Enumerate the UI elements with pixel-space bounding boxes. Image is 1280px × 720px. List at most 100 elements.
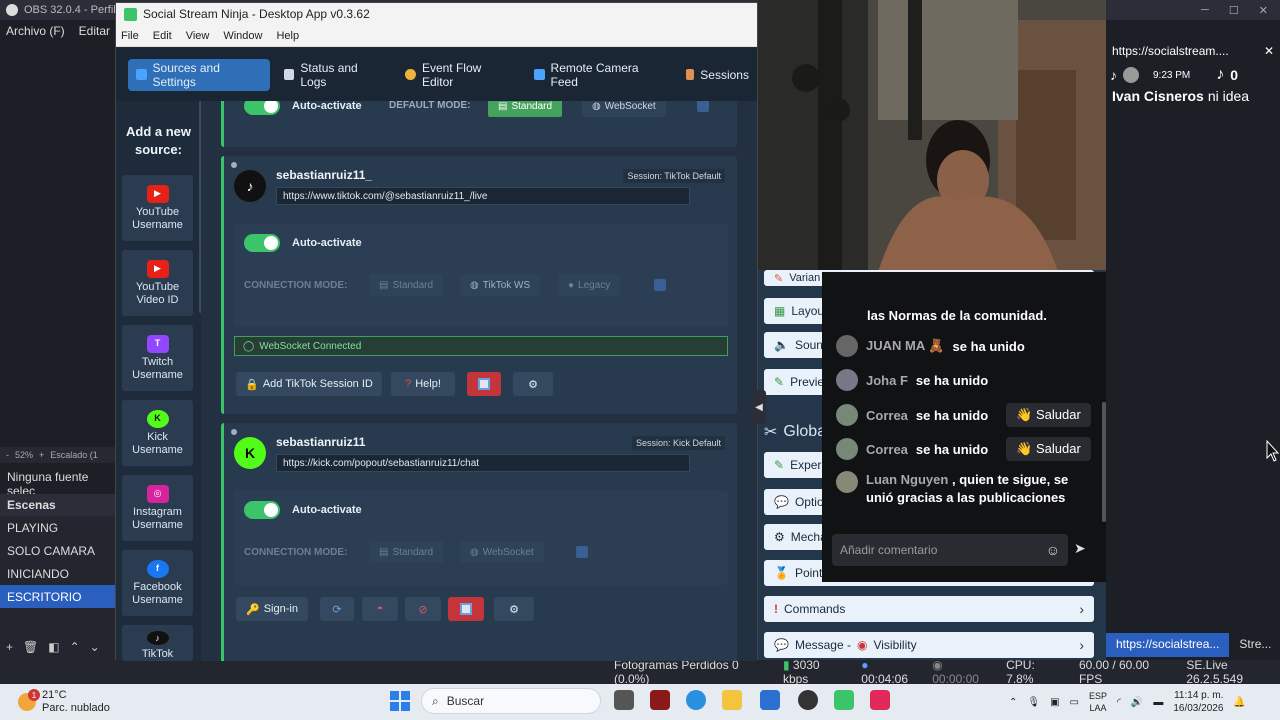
send-icon[interactable]: ➤ — [1074, 540, 1092, 558]
move-down-icon[interactable]: ⌄ — [90, 640, 100, 654]
windows-start-icon[interactable] — [389, 690, 411, 712]
menu-view[interactable]: View — [186, 30, 210, 42]
zoom-plus-icon[interactable]: + — [39, 450, 44, 460]
menu-edit[interactable]: Edit — [153, 30, 172, 42]
menu-window[interactable]: Window — [223, 30, 262, 42]
auto-activate-toggle[interactable] — [244, 501, 280, 519]
app-icon-red[interactable] — [650, 690, 670, 710]
scene-item[interactable]: INICIANDO — [0, 562, 118, 585]
scene-item[interactable]: PLAYING — [0, 516, 118, 539]
menu-help[interactable]: Help — [276, 30, 299, 42]
chevron-up-icon[interactable]: ⌃ — [1009, 697, 1017, 708]
comment-input[interactable]: Añadir comentario ☺ — [832, 534, 1068, 566]
commands-row[interactable]: ! Commands › — [764, 596, 1094, 622]
chat-user[interactable]: Luan Nguyen — [866, 472, 948, 487]
scene-item-selected[interactable]: ESCRITORIO — [0, 585, 118, 608]
chat-user[interactable]: JUAN MA 🧸 — [866, 338, 945, 354]
menu-archivo[interactable]: Archivo (F) — [6, 24, 65, 38]
chat-user[interactable]: Correa — [866, 408, 908, 423]
settings-button[interactable]: ⚙ — [513, 372, 553, 396]
emoji-icon[interactable]: ☺ — [1046, 542, 1060, 558]
session-badge[interactable]: Session: Kick Default — [631, 436, 725, 450]
add-youtube-video-button[interactable]: ▶ YouTube Video ID — [122, 250, 193, 316]
mode-standard-button[interactable]: ▤ Standard — [488, 101, 563, 117]
add-kick-button[interactable]: K Kick Username — [122, 400, 193, 466]
message-visibility-row[interactable]: 💬 Message - ◉ Visibility › — [764, 632, 1094, 658]
microphone-icon[interactable]: 🎙 — [1027, 697, 1040, 708]
mode-legacy-button[interactable]: ● Legacy — [558, 274, 621, 296]
mode-websocket-button[interactable]: ◍ WebSocket — [582, 101, 666, 117]
stop-button[interactable] — [448, 597, 484, 621]
menu-editar[interactable]: Editar — [79, 24, 110, 38]
battery-icon[interactable]: ▭ — [1070, 697, 1079, 708]
volume-icon[interactable]: 🔊 — [1131, 697, 1143, 708]
stop-button[interactable] — [467, 372, 501, 396]
close-icon[interactable]: ✕ — [1259, 4, 1268, 17]
saludar-button[interactable]: 👋 Saludar — [1006, 437, 1091, 461]
taskbar-search[interactable]: ⌕ Buscar — [421, 688, 601, 714]
clock[interactable]: 11:14 p. m. 16/03/2026 — [1173, 689, 1223, 715]
source-url-input[interactable]: https://www.tiktok.com/@sebastianruiz11_… — [276, 187, 690, 205]
refresh-button[interactable]: ⟳ — [320, 597, 354, 621]
add-youtube-username-button[interactable]: ▶ YouTube Username — [122, 175, 193, 241]
mode-standard-button[interactable]: ▤ Standard — [369, 274, 444, 296]
weather-widget[interactable]: 1 21°C Parc. nublado — [18, 686, 138, 718]
chat-user[interactable]: Joha F — [866, 373, 908, 388]
info-icon[interactable] — [576, 546, 588, 558]
add-facebook-button[interactable]: f Facebook Username — [122, 550, 193, 616]
maximize-icon[interactable]: ☐ — [1229, 4, 1239, 17]
obs-icon[interactable] — [798, 690, 818, 710]
tab-event-flow[interactable]: Event Flow Editor — [397, 59, 520, 91]
add-twitch-button[interactable]: T Twitch Username — [122, 325, 193, 391]
mode-websocket-button[interactable]: ◍ WebSocket — [460, 541, 544, 563]
edge-icon[interactable] — [686, 690, 706, 710]
mode-label: TikTok WS — [482, 279, 531, 291]
add-scene-icon[interactable]: + — [6, 640, 13, 654]
add-session-id-button[interactable]: 🔒 Add TikTok Session ID — [236, 372, 382, 396]
help-button[interactable]: ? Help! — [391, 372, 455, 396]
tab-sessions[interactable]: Sessions — [678, 59, 757, 91]
tab-sources-settings[interactable]: Sources and Settings — [128, 58, 270, 91]
add-tiktok-button[interactable]: ♪ TikTok — [122, 625, 193, 661]
chat-scrollbar[interactable] — [1102, 402, 1106, 522]
window-controls[interactable]: ─ ☐ ✕ — [1106, 0, 1280, 20]
incognito-button[interactable]: ◓ — [362, 597, 398, 621]
info-icon[interactable] — [697, 101, 709, 112]
zoom-minus-icon[interactable]: - — [6, 450, 9, 460]
close-icon[interactable]: ✕ — [1264, 44, 1274, 58]
add-instagram-button[interactable]: ◎ Instagram Username — [122, 475, 193, 541]
tab-status-logs[interactable]: Status and Logs — [276, 59, 392, 91]
task-view-icon[interactable] — [614, 690, 634, 710]
sign-in-button[interactable]: 🔑 Sign-in — [236, 597, 308, 621]
source-url-input[interactable]: https://kick.com/popout/sebastianruiz11/… — [276, 454, 690, 472]
file-explorer-icon[interactable] — [722, 690, 742, 710]
move-up-icon[interactable]: ⌃ — [70, 640, 80, 654]
language-indicator[interactable]: ESP LAA — [1089, 690, 1107, 714]
store-icon[interactable] — [760, 690, 780, 710]
auto-activate-toggle[interactable] — [244, 101, 280, 115]
menu-file[interactable]: File — [121, 30, 139, 42]
mode-standard-button[interactable]: ▤ Standard — [369, 541, 444, 563]
panel-collapse-handle[interactable]: ◀ — [752, 390, 766, 424]
auto-activate-toggle[interactable] — [244, 234, 280, 252]
filter-icon[interactable]: ◧ — [48, 640, 59, 654]
tray-app-icon[interactable]: ▣ — [1050, 697, 1059, 708]
mode-tiktok-ws-button[interactable]: ◍ TikTok WS — [460, 274, 541, 296]
wifi-icon[interactable]: ◜ — [1117, 697, 1121, 708]
scene-item[interactable]: SOLO CAMARA — [0, 539, 118, 562]
dock-tab[interactable]: Stre... — [1229, 633, 1280, 657]
info-icon[interactable] — [654, 279, 666, 291]
tab-remote-camera[interactable]: Remote Camera Feed — [526, 59, 672, 91]
delete-scene-icon[interactable]: 🗑 — [23, 640, 38, 654]
minimize-icon[interactable]: ─ — [1201, 4, 1209, 16]
chat-user[interactable]: Correa — [866, 442, 908, 457]
settings-button[interactable]: ⚙ — [494, 597, 534, 621]
mute-button[interactable]: ⊘ — [405, 597, 441, 621]
saludar-button[interactable]: 👋 Saludar — [1006, 403, 1091, 427]
notification-bell-icon[interactable]: 🔔 — [1233, 697, 1245, 708]
tiktok-icon[interactable] — [870, 690, 890, 710]
power-icon[interactable]: ▬ — [1153, 697, 1163, 708]
social-stream-icon[interactable] — [834, 690, 854, 710]
dock-tab[interactable]: https://socialstrea... — [1106, 633, 1230, 657]
session-badge[interactable]: Session: TikTok Default — [623, 169, 725, 183]
